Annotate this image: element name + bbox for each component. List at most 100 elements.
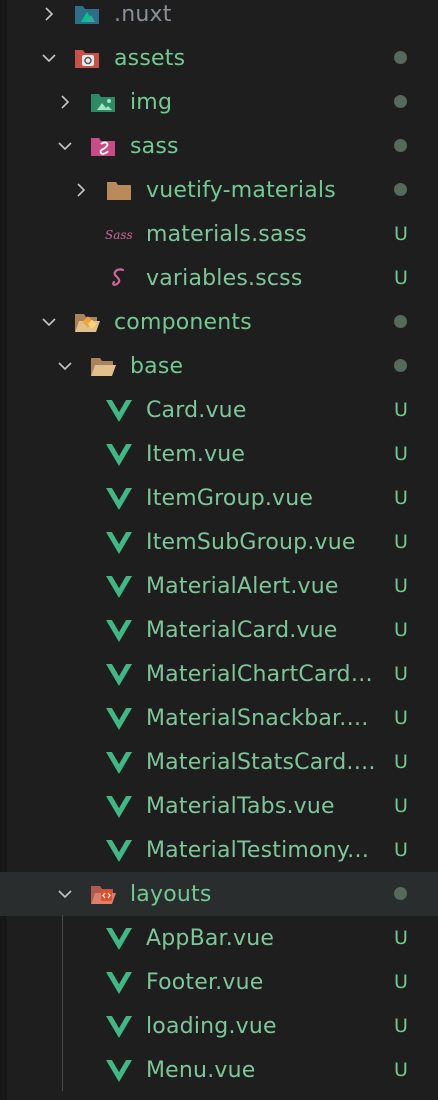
item-label: Footer.vue (146, 969, 264, 995)
file-explorer-tree: .nuxt assets img sass vuetify-materials Sass m… (0, 0, 438, 1092)
folder-row-vuetify-materials[interactable]: vuetify-materials (0, 168, 438, 212)
item-label: variables.scss (146, 265, 303, 291)
file-row-materialtestimony-vue[interactable]: MaterialTestimony.vue U (0, 828, 438, 872)
item-label: sass (130, 133, 179, 159)
folder-row-layouts[interactable]: layouts (0, 872, 438, 916)
item-label: MaterialTestimony.vue (146, 837, 376, 863)
untracked-badge: U (394, 839, 408, 861)
item-label: MaterialAlert.vue (146, 573, 339, 599)
item-label: .nuxt (114, 1, 172, 27)
modified-dot-icon (394, 315, 407, 328)
file-row-materialstatscard-vue[interactable]: MaterialStatsCard.vue U (0, 740, 438, 784)
file-row-materialalert-vue[interactable]: MaterialAlert.vue U (0, 564, 438, 608)
folder-row-base[interactable]: base (0, 344, 438, 388)
vue-file-icon (104, 1011, 134, 1041)
item-label: Card.vue (146, 397, 247, 423)
layouts-folder-icon (88, 879, 118, 909)
untracked-badge: U (394, 267, 408, 289)
vue-file-icon (104, 615, 134, 645)
item-label: vuetify-materials (146, 177, 336, 203)
vue-file-icon (104, 923, 134, 953)
untracked-badge: U (394, 927, 408, 949)
vue-file-icon (104, 659, 134, 689)
item-label: ItemGroup.vue (146, 485, 314, 511)
untracked-badge: U (394, 531, 408, 553)
chevron-down-icon[interactable] (40, 49, 58, 67)
vue-file-icon (104, 483, 134, 513)
folder-icon (104, 175, 134, 205)
item-label: Menu.vue (146, 1057, 256, 1083)
nuxt-folder-icon (72, 0, 102, 29)
file-row-materialchartcard-vue[interactable]: MaterialChartCard.vue U (0, 652, 438, 696)
chevron-down-icon[interactable] (56, 137, 74, 155)
item-label: MaterialChartCard.vue (146, 661, 376, 687)
file-row-loading-vue[interactable]: loading.vue U (0, 1004, 438, 1048)
vue-file-icon (104, 571, 134, 601)
untracked-badge: U (394, 1015, 408, 1037)
svg-text:Sass: Sass (105, 228, 133, 242)
chevron-right-icon[interactable] (56, 93, 74, 111)
file-row-materialcard-vue[interactable]: MaterialCard.vue U (0, 608, 438, 652)
item-label: MaterialCard.vue (146, 617, 338, 643)
item-label: assets (114, 45, 186, 71)
modified-dot-icon (394, 359, 407, 372)
file-row-materials-sass[interactable]: Sass materials.sass U (0, 212, 438, 256)
file-row-itemsubgroup-vue[interactable]: ItemSubGroup.vue U (0, 520, 438, 564)
vue-file-icon (104, 439, 134, 469)
item-label: MaterialStatsCard.vue (146, 749, 376, 775)
untracked-badge: U (394, 619, 408, 641)
chevron-down-icon[interactable] (56, 357, 74, 375)
untracked-badge: U (394, 707, 408, 729)
file-row-item-vue[interactable]: Item.vue U (0, 432, 438, 476)
folder-row-assets[interactable]: assets (0, 36, 438, 80)
item-label: materials.sass (146, 221, 307, 247)
file-row-menu-vue[interactable]: Menu.vue U (0, 1048, 438, 1092)
untracked-badge: U (394, 751, 408, 773)
untracked-badge: U (394, 443, 408, 465)
item-label: Item.vue (146, 441, 246, 467)
item-label: loading.vue (146, 1013, 277, 1039)
file-row-card-vue[interactable]: Card.vue U (0, 388, 438, 432)
modified-dot-icon (394, 887, 407, 900)
file-row-materialtabs-vue[interactable]: MaterialTabs.vue U (0, 784, 438, 828)
modified-dot-icon (394, 183, 407, 196)
sass-folder-icon (88, 131, 118, 161)
item-label: layouts (130, 881, 212, 907)
modified-dot-icon (394, 139, 407, 152)
item-label: components (114, 309, 252, 335)
untracked-badge: U (394, 223, 408, 245)
indent-guide (62, 915, 63, 1091)
vue-file-icon (104, 1055, 134, 1085)
vue-file-icon (104, 967, 134, 997)
file-row-variables-scss[interactable]: variables.scss U (0, 256, 438, 300)
file-row-materialsnackbar-vue[interactable]: MaterialSnackbar.vue U (0, 696, 438, 740)
folder-row-nuxt[interactable]: .nuxt (0, 0, 438, 36)
folder-row-img[interactable]: img (0, 80, 438, 124)
vue-file-icon (104, 395, 134, 425)
chevron-right-icon[interactable] (72, 181, 90, 199)
chevron-down-icon[interactable] (56, 885, 74, 903)
modified-dot-icon (394, 95, 407, 108)
untracked-badge: U (394, 399, 408, 421)
untracked-badge: U (394, 795, 408, 817)
scss-file-icon (104, 263, 134, 293)
untracked-badge: U (394, 487, 408, 509)
open-folder-icon (88, 351, 118, 381)
vue-file-icon (104, 703, 134, 733)
untracked-badge: U (394, 575, 408, 597)
modified-dot-icon (394, 51, 407, 64)
vue-file-icon (104, 747, 134, 777)
chevron-down-icon[interactable] (40, 313, 58, 331)
file-row-footer-vue[interactable]: Footer.vue U (0, 960, 438, 1004)
file-row-itemgroup-vue[interactable]: ItemGroup.vue U (0, 476, 438, 520)
file-row-appbar-vue[interactable]: AppBar.vue U (0, 916, 438, 960)
item-label: ItemSubGroup.vue (146, 529, 356, 555)
sass-file-icon: Sass (104, 219, 134, 249)
folder-row-components[interactable]: components (0, 300, 438, 344)
untracked-badge: U (394, 971, 408, 993)
item-label: img (130, 89, 173, 115)
item-label: MaterialSnackbar.vue (146, 705, 376, 731)
folder-row-sass[interactable]: sass (0, 124, 438, 168)
components-folder-icon (72, 307, 102, 337)
chevron-right-icon[interactable] (40, 5, 58, 23)
